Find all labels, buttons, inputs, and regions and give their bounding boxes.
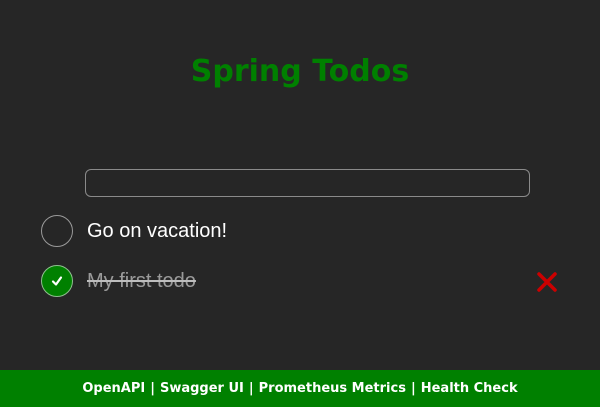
- todo-item: Go on vacation!: [0, 213, 600, 263]
- todo-toggle-checked[interactable]: [41, 265, 73, 297]
- todo-list: Go on vacation! My first todo: [0, 213, 600, 313]
- footer-separator: |: [248, 381, 254, 396]
- prometheus-metrics-link[interactable]: Prometheus Metrics: [259, 381, 406, 396]
- footer-separator: |: [410, 381, 416, 396]
- health-check-link[interactable]: Health Check: [421, 381, 518, 396]
- openapi-link[interactable]: OpenAPI: [82, 381, 145, 396]
- footer-separator: |: [150, 381, 155, 396]
- delete-todo-button[interactable]: [536, 271, 558, 293]
- todo-label: My first todo: [87, 270, 196, 292]
- footer-links: OpenAPI | Swagger UI | Prometheus Metric…: [0, 370, 600, 407]
- todo-toggle[interactable]: [41, 215, 73, 247]
- close-icon: [537, 272, 557, 292]
- app-root: Spring Todos Go on vacation! My first to…: [0, 0, 600, 407]
- todo-label: Go on vacation!: [87, 220, 228, 242]
- swagger-ui-link[interactable]: Swagger UI: [160, 381, 244, 396]
- new-todo-input[interactable]: [85, 169, 530, 197]
- page-title: Spring Todos: [190, 54, 410, 89]
- todo-item-completed: My first todo: [0, 263, 600, 313]
- check-icon: [42, 266, 72, 296]
